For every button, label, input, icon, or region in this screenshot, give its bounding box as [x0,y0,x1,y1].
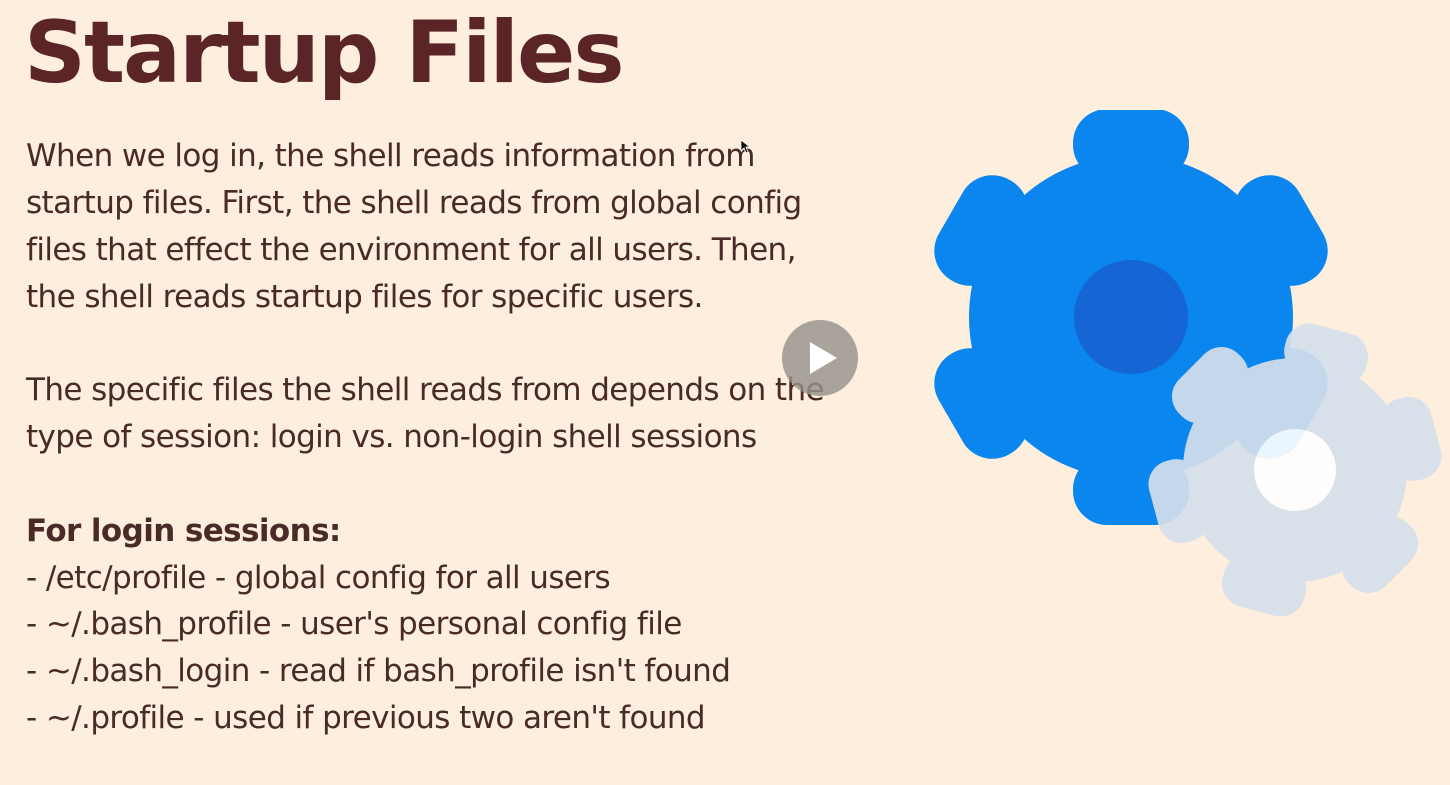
gears-icon [934,110,1442,617]
login-sessions-heading: For login sessions: [26,513,341,549]
paragraph-1-line-1: When we log in, the shell reads informat… [26,138,755,174]
paragraph-1-line-2: startup files. First, the shell reads fr… [26,185,802,221]
login-file-item: - ~/.bash_profile - user's personal conf… [26,606,682,642]
login-file-item: - /etc/profile - global config for all u… [26,560,611,596]
paragraph-2-line-1: The specific files the shell reads from … [26,372,825,408]
slide: Startup Files When we log in, the shell … [0,0,1450,785]
paragraph-1-line-3: files that effect the environment for al… [26,232,796,268]
login-file-item: - ~/.bash_login - read if bash_profile i… [26,653,731,689]
play-icon [810,342,837,374]
paragraph-2-line-2: type of session: login vs. non-login she… [26,419,757,455]
slide-title: Startup Files [24,3,625,103]
login-file-item: - ~/.profile - used if previous two aren… [26,700,706,736]
mouse-cursor-icon [741,140,751,154]
paragraph-1-line-4: the shell reads startup files for specif… [26,279,703,315]
play-button[interactable] [782,320,858,396]
